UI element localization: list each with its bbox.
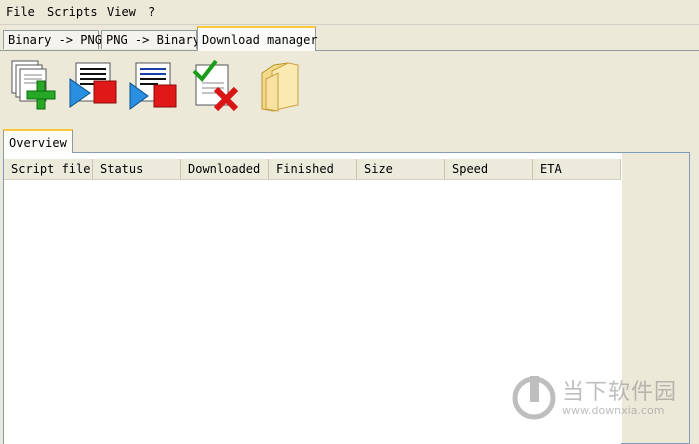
column-header-finished[interactable]: Finished xyxy=(269,159,357,179)
remove-finished-button[interactable] xyxy=(190,57,242,115)
column-header-size[interactable]: Size xyxy=(357,159,445,179)
start-selected-icon xyxy=(69,62,117,108)
toolbar xyxy=(0,52,699,122)
menu-help[interactable]: ? xyxy=(148,5,155,19)
menu-view[interactable]: View xyxy=(107,5,136,19)
watermark-title: 当下软件园 xyxy=(562,380,678,405)
watermark-url: www.downxia.com xyxy=(562,404,665,417)
menu-scripts[interactable]: Scripts xyxy=(47,5,98,19)
tab-png-to-binary[interactable]: PNG -> Binary xyxy=(101,30,200,49)
column-header-speed[interactable]: Speed xyxy=(445,159,533,179)
start-all-icon xyxy=(129,62,177,110)
list-header: Script file Status Downloaded Finished S… xyxy=(4,159,621,180)
start-all-button[interactable] xyxy=(128,57,180,115)
tab-download-manager[interactable]: Download manager xyxy=(197,26,318,51)
menu-file[interactable]: File xyxy=(6,5,35,19)
column-header-script-file[interactable]: Script file xyxy=(4,159,93,179)
column-header-downloaded[interactable]: Downloaded xyxy=(181,159,269,179)
tab-binary-to-png[interactable]: Binary -> PNG xyxy=(3,30,102,49)
tab-overview[interactable]: Overview xyxy=(3,129,73,153)
column-header-status[interactable]: Status xyxy=(93,159,181,179)
watermark: 当下软件园 www.downxia.com xyxy=(512,374,692,424)
column-header-eta[interactable]: ETA xyxy=(533,159,621,179)
remove-finished-icon xyxy=(192,59,239,112)
sub-tab-strip: Overview xyxy=(0,124,699,154)
open-folder-button[interactable] xyxy=(252,57,304,115)
menu-bar: File Scripts View ? xyxy=(0,0,699,25)
tab-panel-border xyxy=(0,50,699,51)
add-documents-icon xyxy=(11,60,56,110)
add-documents-button[interactable] xyxy=(8,57,60,115)
main-tab-strip: Binary -> PNG PNG -> Binary Download man… xyxy=(0,25,699,51)
open-folder-icon xyxy=(261,62,299,112)
start-selected-button[interactable] xyxy=(68,57,120,115)
watermark-logo-icon xyxy=(512,376,556,420)
